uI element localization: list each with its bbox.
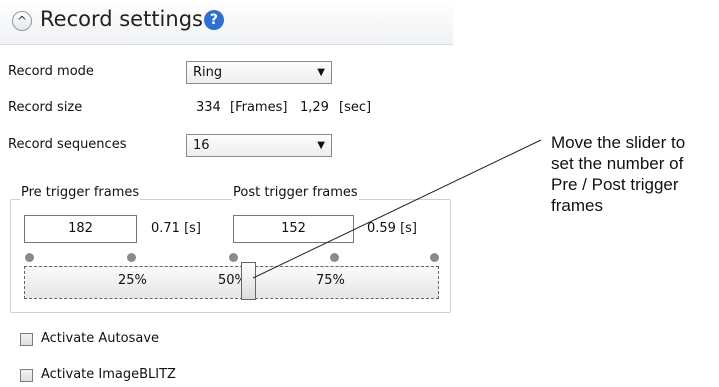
annotation-line: set the number of <box>551 154 684 173</box>
annotation-line: Pre / Post trigger <box>551 175 679 194</box>
annotation-line: Move the slider to <box>551 133 686 152</box>
annotation-line: frames <box>551 196 603 215</box>
annotation-callout: Move the slider to set the number of Pre… <box>551 132 685 216</box>
